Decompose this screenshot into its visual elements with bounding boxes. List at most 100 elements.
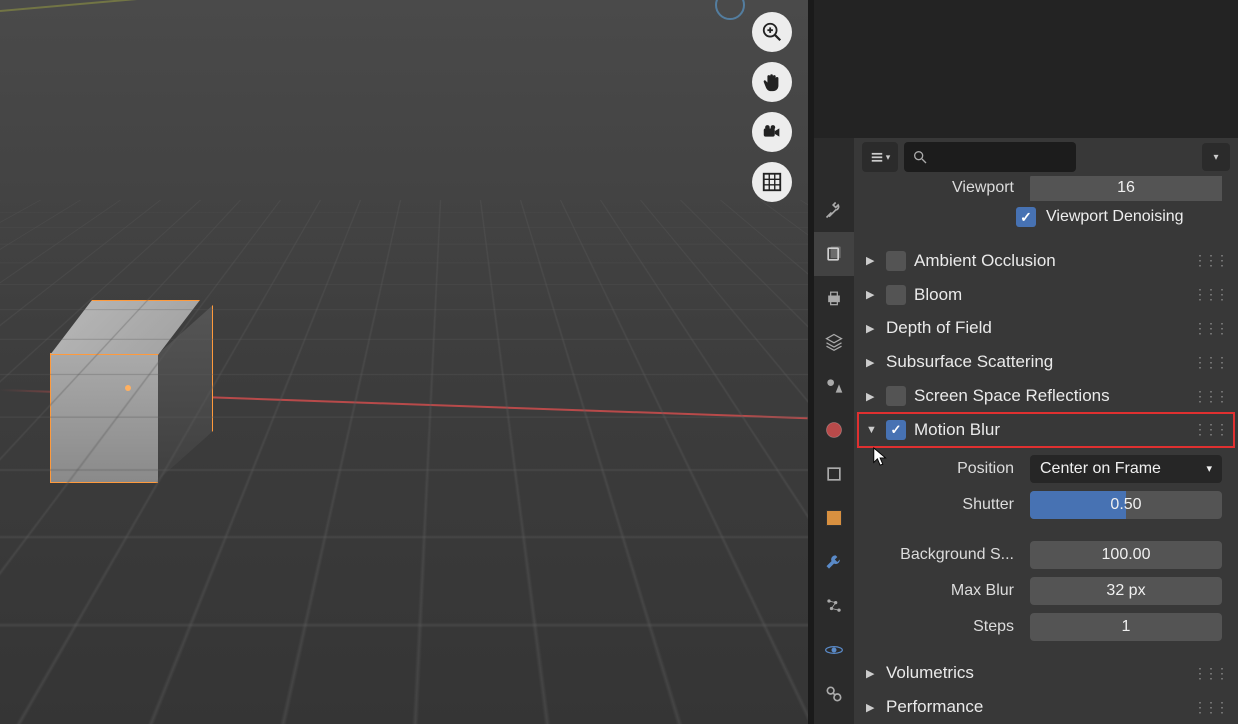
3d-viewport[interactable]: [0, 0, 808, 724]
expand-triangle-icon[interactable]: ▶: [866, 390, 878, 403]
drag-grip-icon[interactable]: ⋮⋮⋮: [1193, 699, 1226, 716]
particles-icon: [824, 596, 844, 616]
bloom-label: Bloom: [914, 285, 1185, 305]
properties-header-spacer: [814, 0, 1238, 138]
drag-grip-icon[interactable]: ⋮⋮⋮: [1193, 320, 1226, 337]
selected-cube[interactable]: [40, 300, 200, 460]
ssr-section[interactable]: ▶ Screen Space Reflections ⋮⋮⋮: [858, 379, 1234, 413]
magnifier-plus-icon: [761, 21, 783, 43]
render-back-icon: [824, 244, 844, 264]
modifier-tab[interactable]: [814, 540, 854, 584]
particles-tab[interactable]: [814, 584, 854, 628]
motion-blur-label: Motion Blur: [914, 420, 1185, 440]
wrench-screwdriver-icon: [824, 200, 844, 220]
zoom-tool[interactable]: [752, 12, 792, 52]
navigation-gizmo[interactable]: [715, 0, 745, 20]
motion-blur-section[interactable]: ▼ ✓ Motion Blur ⋮⋮⋮: [858, 413, 1234, 447]
expand-triangle-icon[interactable]: ▶: [866, 667, 878, 680]
ambient-occlusion-checkbox[interactable]: [886, 251, 906, 271]
search-icon: [912, 149, 928, 165]
y-axis-line: [0, 0, 219, 12]
perspective-grid-tool[interactable]: [752, 162, 792, 202]
camera-icon: [761, 121, 783, 143]
tool-tab[interactable]: [814, 188, 854, 232]
properties-editor: ▾ ▾ Viewport 16 ✓ Viewport Denoising ▶ A…: [814, 138, 1238, 724]
depth-of-field-label: Depth of Field: [886, 318, 1185, 338]
object-tab[interactable]: [814, 452, 854, 496]
render-tab[interactable]: [814, 232, 854, 276]
physics-tab[interactable]: [814, 628, 854, 672]
bloom-section[interactable]: ▶ Bloom ⋮⋮⋮: [858, 278, 1234, 312]
camera-view-tool[interactable]: [752, 112, 792, 152]
view-layer-tab[interactable]: [814, 320, 854, 364]
properties-search-input[interactable]: [904, 142, 1076, 172]
drag-grip-icon[interactable]: ⋮⋮⋮: [1193, 665, 1226, 682]
shutter-label: Shutter: [858, 496, 1030, 514]
expand-triangle-icon[interactable]: ▶: [866, 701, 878, 714]
drag-grip-icon[interactable]: ⋮⋮⋮: [1193, 354, 1226, 371]
scene-tab[interactable]: [814, 364, 854, 408]
physics-orbit-icon: [824, 640, 844, 660]
background-separation-field[interactable]: 100.00: [1030, 541, 1222, 569]
background-separation-label: Background S...: [858, 546, 1030, 564]
floor-grid: [0, 0, 808, 200]
max-blur-row: Max Blur 32 px: [858, 575, 1234, 607]
ambient-occlusion-section[interactable]: ▶ Ambient Occlusion ⋮⋮⋮: [858, 244, 1234, 278]
editor-type-dropdown[interactable]: ▾: [862, 142, 898, 172]
properties-header-row: ▾ ▾: [858, 138, 1234, 176]
expand-triangle-icon[interactable]: ▶: [866, 254, 878, 267]
properties-tab-strip: [814, 138, 854, 724]
volumetrics-label: Volumetrics: [886, 663, 1185, 683]
options-dropdown[interactable]: ▾: [1202, 143, 1230, 171]
performance-label: Performance: [886, 697, 1185, 717]
shutter-slider[interactable]: 0.50: [1030, 491, 1222, 519]
position-dropdown[interactable]: Center on Frame ▾: [1030, 455, 1222, 483]
shutter-row: Shutter 0.50: [858, 489, 1234, 521]
shutter-value: 0.50: [1110, 496, 1141, 514]
depth-of-field-section[interactable]: ▶ Depth of Field ⋮⋮⋮: [858, 311, 1234, 345]
expand-triangle-icon[interactable]: ▶: [866, 288, 878, 301]
background-separation-row: Background S... 100.00: [858, 539, 1234, 571]
position-row: Position Center on Frame ▾: [858, 453, 1234, 485]
motion-blur-checkbox[interactable]: ✓: [886, 420, 906, 440]
properties-panel-body: ▾ ▾ Viewport 16 ✓ Viewport Denoising ▶ A…: [854, 138, 1238, 724]
steps-row: Steps 1: [858, 611, 1234, 643]
drag-grip-icon[interactable]: ⋮⋮⋮: [1193, 388, 1226, 405]
constraint-link-icon: [824, 684, 844, 704]
viewport-tool-column: [752, 12, 792, 202]
pan-tool[interactable]: [752, 62, 792, 102]
sliders-icon: [870, 150, 884, 164]
max-blur-label: Max Blur: [858, 582, 1030, 600]
world-tab[interactable]: [814, 408, 854, 452]
subsurface-label: Subsurface Scattering: [886, 352, 1185, 372]
material-swatch-icon: [826, 510, 842, 526]
expand-triangle-icon[interactable]: ▶: [866, 356, 878, 369]
position-value: Center on Frame: [1040, 460, 1161, 478]
wrench-icon: [824, 552, 844, 572]
volumetrics-section[interactable]: ▶ Volumetrics ⋮⋮⋮: [858, 656, 1234, 690]
drag-grip-icon[interactable]: ⋮⋮⋮: [1193, 421, 1226, 438]
viewport-samples-row: Viewport 16: [858, 176, 1234, 200]
max-blur-field[interactable]: 32 px: [1030, 577, 1222, 605]
viewport-samples-label: Viewport: [858, 179, 1030, 197]
drag-grip-icon[interactable]: ⋮⋮⋮: [1193, 286, 1226, 303]
ssr-checkbox[interactable]: [886, 386, 906, 406]
printer-icon: [824, 288, 844, 308]
bloom-checkbox[interactable]: [886, 285, 906, 305]
constraints-tab[interactable]: [814, 672, 854, 716]
material-tab[interactable]: [814, 496, 854, 540]
expand-triangle-icon[interactable]: ▼: [866, 424, 878, 436]
viewport-denoising-row: ✓ Viewport Denoising: [858, 201, 1234, 235]
object-origin-dot: [125, 385, 131, 391]
motion-blur-fields: Position Center on Frame ▾ Shutter 0.50 …: [858, 447, 1234, 649]
drag-grip-icon[interactable]: ⋮⋮⋮: [1193, 252, 1226, 269]
hand-icon: [761, 71, 783, 93]
viewport-samples-field[interactable]: 16: [1030, 176, 1222, 200]
subsurface-section[interactable]: ▶ Subsurface Scattering ⋮⋮⋮: [858, 345, 1234, 379]
expand-triangle-icon[interactable]: ▶: [866, 322, 878, 335]
steps-field[interactable]: 1: [1030, 613, 1222, 641]
output-tab[interactable]: [814, 276, 854, 320]
performance-section[interactable]: ▶ Performance ⋮⋮⋮: [858, 690, 1234, 724]
viewport-denoising-checkbox[interactable]: ✓: [1016, 207, 1036, 227]
ambient-occlusion-label: Ambient Occlusion: [914, 251, 1185, 271]
